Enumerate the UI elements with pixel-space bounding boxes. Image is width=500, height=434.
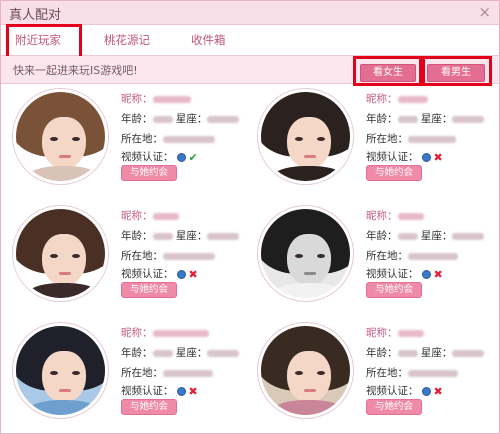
avatar[interactable] <box>13 89 108 184</box>
not-verified-x-icon: ✖ <box>433 384 443 398</box>
tab-inbox[interactable]: 收件箱 <box>191 32 226 48</box>
title-bar: 真人配对 × <box>1 1 499 25</box>
avatar[interactable] <box>13 323 108 418</box>
location-label: 所在地： <box>366 367 408 379</box>
nickname-label: 昵称： <box>366 327 398 339</box>
verified-check-icon: ✔ <box>188 150 198 164</box>
video-label: 视频认证： <box>121 268 174 280</box>
player-card: 昵称： 年龄： 星座： 所在地： 视频认证： ✔ 与她约会 <box>13 89 253 199</box>
player-card: 昵称： 年龄： 星座： 所在地： 视频认证： ✖ 与她约会 <box>258 323 498 433</box>
video-label: 视频认证： <box>121 385 174 397</box>
video-label: 视频认证： <box>366 268 419 280</box>
date-her-button[interactable]: 与她约会 <box>366 282 422 298</box>
age-label: 年龄： <box>121 230 153 242</box>
age-label: 年龄： <box>366 113 398 125</box>
location-label: 所在地： <box>121 250 163 262</box>
player-card: 昵称： 年龄： 星座： 所在地： 视频认证： ✖ 与她约会 <box>13 323 253 433</box>
location-label: 所在地： <box>366 250 408 262</box>
date-her-button[interactable]: 与她约会 <box>121 282 177 298</box>
zodiac-label: 星座： <box>420 230 453 242</box>
avatar[interactable] <box>258 89 353 184</box>
age-label: 年龄： <box>366 230 398 242</box>
video-camera-icon <box>421 386 431 396</box>
player-card: 昵称： 年龄： 星座： 所在地： 视频认证： ✖ 与她约会 <box>258 89 498 199</box>
zodiac-label: 星座： <box>175 347 208 359</box>
nickname-label: 昵称： <box>366 93 398 105</box>
nickname-label: 昵称： <box>121 210 153 222</box>
video-camera-icon <box>176 269 186 279</box>
nickname-label: 昵称： <box>121 327 153 339</box>
player-card: 昵称： 年龄： 星座： 所在地： 视频认证： ✖ 与她约会 <box>13 206 253 316</box>
zodiac-label: 星座： <box>175 113 208 125</box>
video-label: 视频认证： <box>366 385 419 397</box>
window-title: 真人配对 <box>9 8 62 23</box>
nickname-label: 昵称： <box>366 210 398 222</box>
player-card: 昵称： 年龄： 星座： 所在地： 视频认证： ✖ 与她约会 <box>258 206 498 316</box>
nickname-label: 昵称： <box>121 93 153 105</box>
date-her-button[interactable]: 与她约会 <box>366 165 422 181</box>
zodiac-label: 星座： <box>420 113 453 125</box>
video-camera-icon <box>176 386 186 396</box>
age-label: 年龄： <box>121 113 153 125</box>
video-camera-icon <box>421 269 431 279</box>
not-verified-x-icon: ✖ <box>188 384 198 398</box>
zodiac-label: 星座： <box>175 230 208 242</box>
date-her-button[interactable]: 与她约会 <box>121 399 177 415</box>
not-verified-x-icon: ✖ <box>433 150 443 164</box>
filter-highlight-male <box>422 56 492 86</box>
video-label: 视频认证： <box>121 151 174 163</box>
avatar[interactable] <box>258 323 353 418</box>
video-camera-icon <box>421 152 431 162</box>
date-her-button[interactable]: 与她约会 <box>366 399 422 415</box>
video-camera-icon <box>176 152 186 162</box>
age-label: 年龄： <box>366 347 398 359</box>
location-label: 所在地： <box>366 133 408 145</box>
age-label: 年龄： <box>121 347 153 359</box>
video-label: 视频认证： <box>366 151 419 163</box>
filter-highlight-female <box>353 56 422 86</box>
matchmaking-window: 真人配对 × 附近玩家 桃花源记 收件箱 快来一起进来玩IS游戏吧! 看女生 看… <box>0 0 500 434</box>
banner-text: 快来一起进来玩IS游戏吧! <box>13 64 138 77</box>
avatar[interactable] <box>258 206 353 301</box>
location-label: 所在地： <box>121 367 163 379</box>
avatar[interactable] <box>13 206 108 301</box>
not-verified-x-icon: ✖ <box>433 267 443 281</box>
date-her-button[interactable]: 与她约会 <box>121 165 177 181</box>
tab-peach-blossom[interactable]: 桃花源记 <box>104 32 150 48</box>
close-icon[interactable]: × <box>478 3 491 21</box>
location-label: 所在地： <box>121 133 163 145</box>
not-verified-x-icon: ✖ <box>188 267 198 281</box>
zodiac-label: 星座： <box>420 347 453 359</box>
